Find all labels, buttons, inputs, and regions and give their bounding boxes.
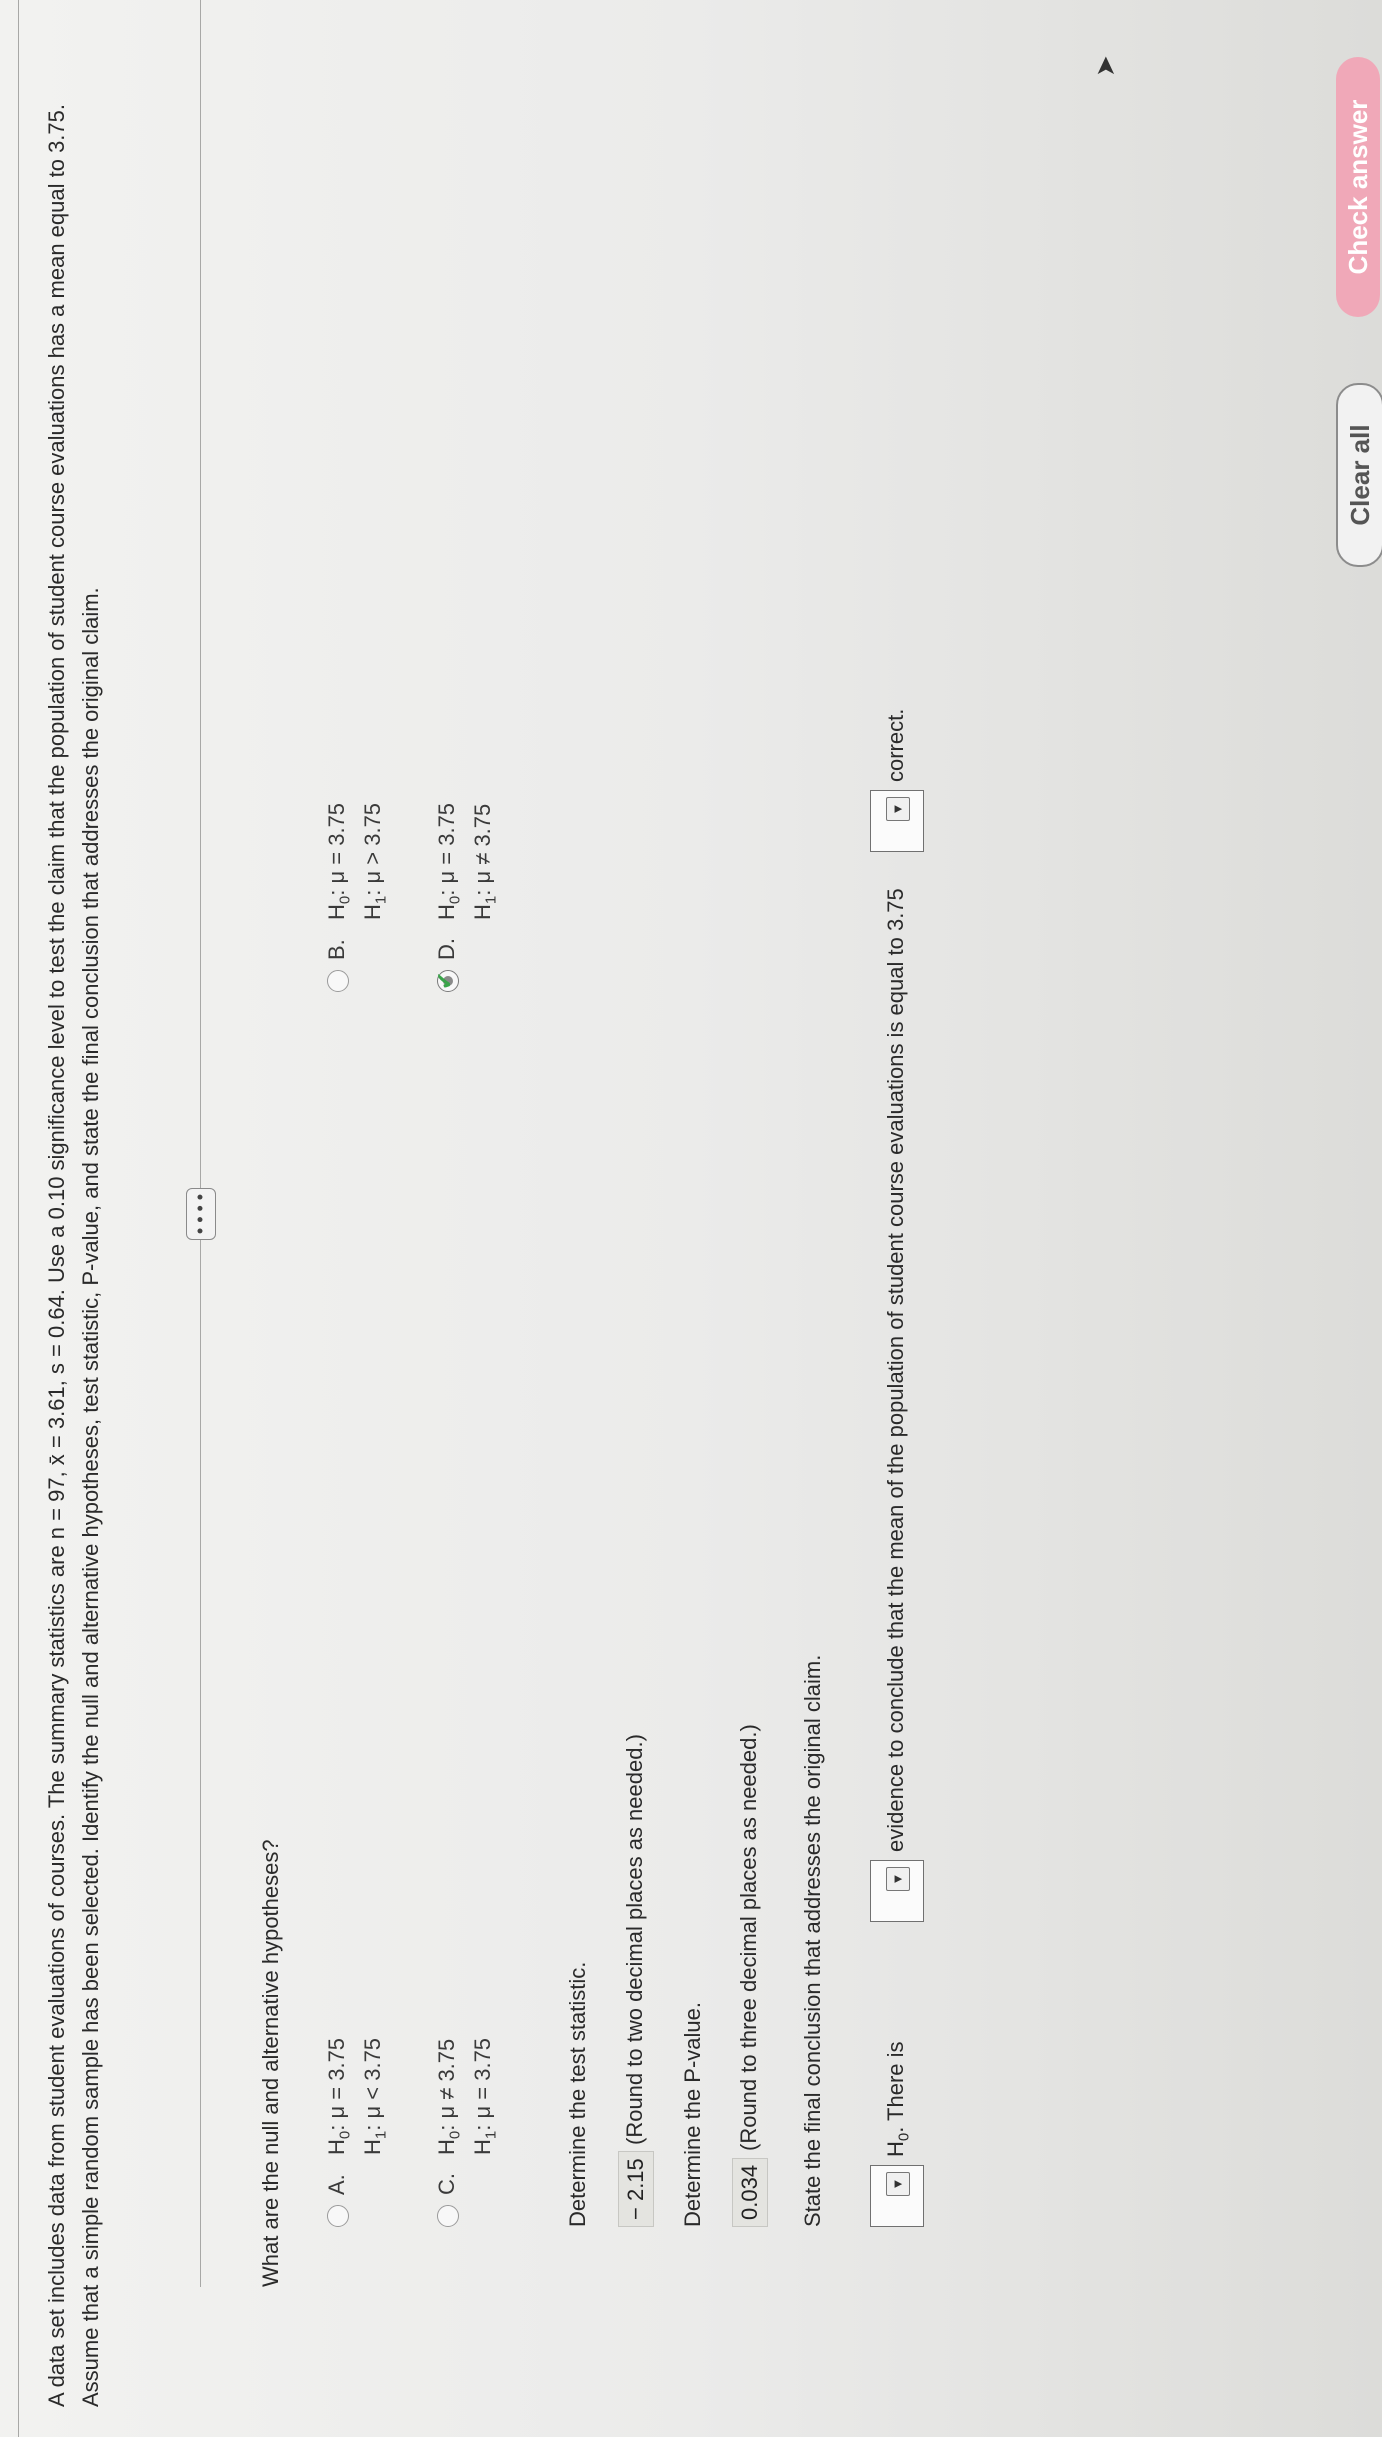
option-c-radio[interactable]: [437, 2205, 459, 2227]
hypotheses-prompt: What are the null and alternative hypoth…: [258, 1839, 283, 2287]
option-c[interactable]: C. H0: μ ≠ 3.75 H1: μ = 3.75: [430, 1927, 510, 2227]
conclusion-decision-dropdown[interactable]: ▼: [870, 2165, 924, 2227]
mouse-cursor-icon: ➤: [1090, 55, 1120, 77]
option-d-letter: D.: [434, 938, 459, 960]
option-b-letter: B.: [324, 939, 349, 960]
conclusion-end-text: correct.: [883, 708, 908, 782]
question-text: A data set includes data from student ev…: [44, 104, 103, 2407]
option-a[interactable]: A. H0: μ = 3.75 H1: μ < 3.75: [320, 1927, 400, 2227]
check-answer-button[interactable]: Check answer: [1336, 57, 1380, 317]
option-d[interactable]: ✔ D. H0: μ = 3.75 H1: μ ≠ 3.75: [430, 692, 510, 992]
section-divider: [200, 0, 201, 2287]
option-c-letter: C.: [434, 2173, 459, 2195]
correct-check-icon: ✔: [432, 971, 457, 990]
clear-all-button[interactable]: Clear all: [1336, 383, 1382, 567]
option-b-h1: H1: μ > 3.75: [360, 802, 390, 920]
conclusion-h0-text: H0. There is: [883, 2041, 913, 2157]
expand-more-button[interactable]: • • • •: [186, 1188, 216, 1240]
top-divider: [18, 0, 19, 2437]
option-a-h1: H1: μ < 3.75: [360, 2037, 390, 2155]
test-statistic-prompt: Determine the test statistic.: [565, 1961, 590, 2227]
dropdown-arrow-icon: ▼: [886, 2172, 910, 2196]
test-statistic-hint: (Round to two decimal places as needed.): [622, 1734, 647, 2145]
option-d-h1: H1: μ ≠ 3.75: [470, 803, 500, 920]
conclusion-middle-text: evidence to conclude that the mean of th…: [883, 888, 908, 1852]
conclusion-prompt: State the final conclusion that addresse…: [800, 1654, 825, 2227]
dropdown-arrow-icon: ▼: [886, 1867, 910, 1891]
dropdown-arrow-icon: ▼: [886, 797, 910, 821]
option-b-radio[interactable]: [327, 970, 349, 992]
option-a-letter: A.: [324, 2174, 349, 2195]
p-value-answer[interactable]: 0.034: [732, 2157, 768, 2227]
conclusion-evidence-dropdown[interactable]: ▼: [870, 1860, 924, 1922]
option-a-radio[interactable]: [327, 2205, 349, 2227]
option-c-h1: H1: μ = 3.75: [470, 2037, 500, 2155]
p-value-prompt: Determine the P-value.: [680, 2002, 705, 2227]
option-b[interactable]: B. H0: μ = 3.75 H1: μ > 3.75: [320, 692, 400, 992]
conclusion-claim-dropdown[interactable]: ▼: [870, 790, 924, 852]
p-value-hint: (Round to three decimal places as needed…: [736, 1724, 761, 2151]
page-frame: A data set includes data from student ev…: [0, 0, 1382, 2437]
test-statistic-answer[interactable]: − 2.15: [618, 2151, 654, 2227]
